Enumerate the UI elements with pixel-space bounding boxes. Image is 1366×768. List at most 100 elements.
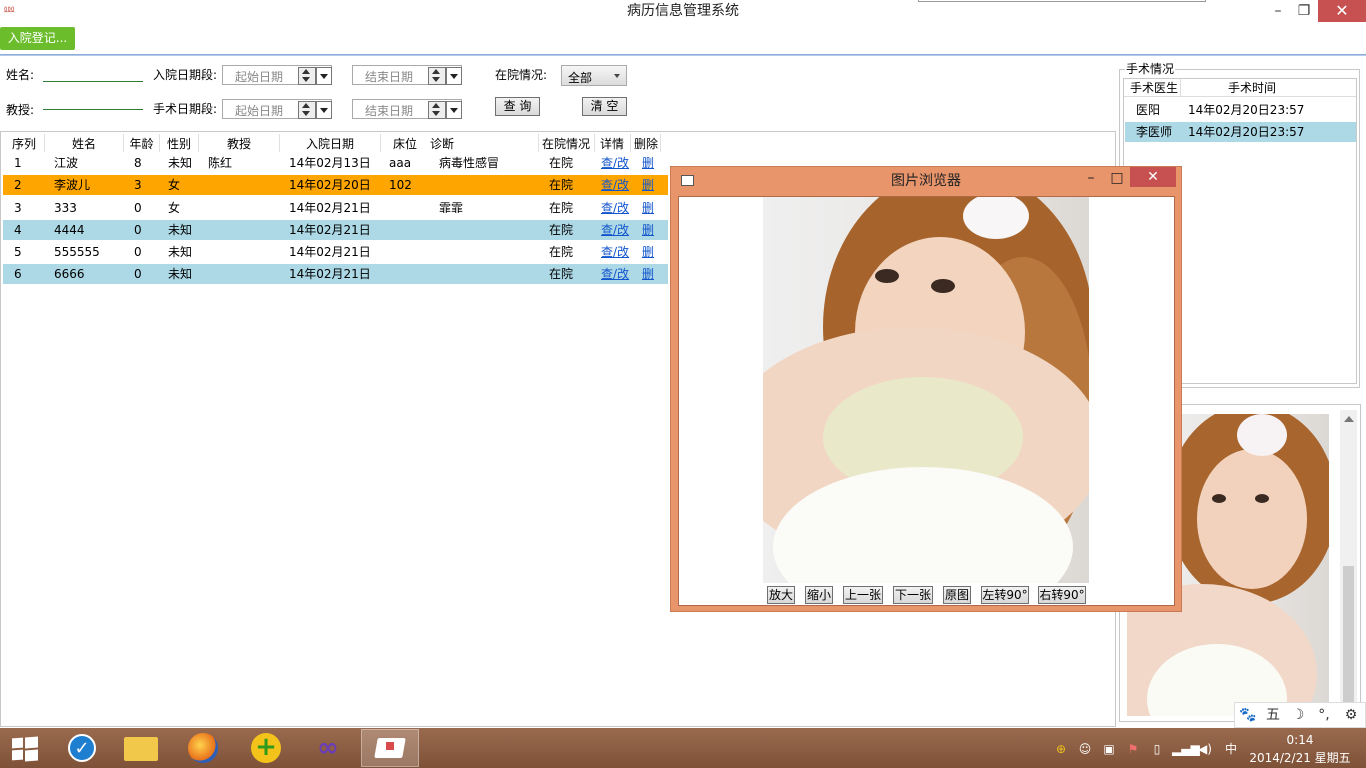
- tray-qq-icon[interactable]: ☺: [1076, 740, 1094, 758]
- cell-name: 江波: [54, 156, 79, 170]
- cell-sex: 女: [168, 178, 181, 192]
- tray-flag-icon[interactable]: ⚑: [1124, 740, 1142, 758]
- col-header-doctor[interactable]: 手术医生: [1128, 80, 1180, 96]
- taskbar-app-check[interactable]: ✓: [53, 729, 111, 767]
- tray-battery-icon[interactable]: ▯: [1148, 740, 1166, 758]
- col-sep: [380, 134, 381, 152]
- gear-icon[interactable]: ⚙: [1341, 706, 1361, 724]
- view-edit-link[interactable]: 查/改: [601, 222, 629, 238]
- view-edit-link[interactable]: 查/改: [601, 266, 629, 282]
- col-sep: [630, 134, 631, 152]
- col-header-admit-date[interactable]: 入院日期: [280, 136, 380, 152]
- col-header-detail[interactable]: 详情: [596, 136, 628, 152]
- delete-link[interactable]: 删: [642, 266, 654, 282]
- delete-link[interactable]: 删: [642, 244, 654, 260]
- scrollbar-thumb[interactable]: [1343, 566, 1354, 706]
- zoom-in-button[interactable]: 放大: [767, 586, 795, 604]
- viewer-title: 图片浏览器: [891, 173, 961, 189]
- col-header-surgery-time[interactable]: 手术时间: [1182, 80, 1322, 96]
- chevron-down-icon[interactable]: [446, 101, 462, 119]
- status-select[interactable]: 全部: [561, 65, 627, 86]
- col-sep: [279, 134, 280, 152]
- surgery-end-spinner[interactable]: [428, 101, 446, 119]
- admit-end-date-picker[interactable]: 结束日期: [352, 65, 462, 85]
- windows-start-icon[interactable]: [12, 736, 38, 762]
- professor-input[interactable]: [43, 109, 143, 110]
- next-image-button[interactable]: 下一张: [893, 586, 933, 604]
- viewer-maximize-button[interactable]: □: [1108, 169, 1126, 187]
- cell-admit-date: 14年02月21日: [289, 267, 371, 281]
- col-header-diagnosis[interactable]: 诊断: [430, 136, 454, 152]
- cell-admit-date: 14年02月21日: [289, 245, 371, 259]
- name-input[interactable]: [43, 81, 143, 82]
- col-header-name[interactable]: 姓名: [45, 136, 123, 152]
- taskbar-app-plus[interactable]: +: [238, 729, 296, 767]
- paw-icon[interactable]: 🐾: [1238, 706, 1258, 724]
- taskbar-medical-app[interactable]: [361, 729, 419, 767]
- delete-link[interactable]: 删: [642, 177, 654, 193]
- tray-network-icon[interactable]: ▂▄▆: [1172, 740, 1200, 758]
- cell-admit-date: 14年02月21日: [289, 223, 371, 237]
- punctuation-icon[interactable]: °,: [1314, 706, 1334, 724]
- delete-link[interactable]: 删: [642, 155, 654, 171]
- cell-diagnosis: 霏霏: [439, 201, 464, 215]
- col-header-seq[interactable]: 序列: [4, 136, 44, 152]
- maximize-button[interactable]: ❐: [1289, 0, 1319, 22]
- close-button[interactable]: ✕: [1318, 0, 1366, 22]
- delete-link[interactable]: 删: [642, 200, 654, 216]
- taskbar-firefox[interactable]: [175, 729, 233, 767]
- col-header-delete[interactable]: 删除: [632, 136, 660, 152]
- cell-sex: 未知: [168, 267, 193, 281]
- admit-date-label: 入院日期段:: [153, 68, 218, 82]
- viewer-minimize-button[interactable]: –: [1082, 169, 1100, 187]
- cell-name: 李波儿: [54, 178, 91, 192]
- admit-end-spinner[interactable]: [428, 67, 446, 85]
- view-edit-link[interactable]: 查/改: [601, 155, 629, 171]
- col-header-age[interactable]: 年龄: [124, 136, 159, 152]
- rotate-left-button[interactable]: 左转90°: [981, 586, 1029, 604]
- view-edit-link[interactable]: 查/改: [601, 200, 629, 216]
- taskbar-file-explorer[interactable]: [112, 729, 170, 767]
- rotate-right-button[interactable]: 右转90°: [1038, 586, 1086, 604]
- col-header-sex[interactable]: 性别: [160, 136, 198, 152]
- viewer-close-button[interactable]: ✕: [1130, 167, 1176, 187]
- status-select-value: 全部: [568, 71, 593, 85]
- admit-start-spinner[interactable]: [298, 67, 316, 85]
- moon-icon[interactable]: ☽: [1288, 706, 1308, 724]
- query-button[interactable]: 查 询: [495, 97, 540, 116]
- clock-date[interactable]: 2014/2/21 星期五: [1248, 751, 1352, 765]
- chevron-down-icon[interactable]: [316, 101, 332, 119]
- col-header-professor[interactable]: 教授: [199, 136, 279, 152]
- cell-diagnosis: 病毒性感冒: [439, 156, 500, 170]
- col-sep: [1180, 79, 1181, 97]
- check-icon: ✓: [68, 734, 96, 762]
- wubi-mode-icon[interactable]: 五: [1263, 706, 1283, 724]
- cell-sex: 未知: [168, 245, 193, 259]
- original-size-button[interactable]: 原图: [943, 586, 971, 604]
- tray-display-icon[interactable]: ▣: [1100, 740, 1118, 758]
- surgery-end-date-picker[interactable]: 结束日期: [352, 99, 462, 119]
- tray-volume-icon[interactable]: ◀): [1196, 740, 1214, 758]
- cell-seq: 5: [14, 245, 22, 259]
- surgery-start-spinner[interactable]: [298, 101, 316, 119]
- chevron-down-icon[interactable]: [446, 67, 462, 85]
- taskbar-visual-studio[interactable]: ∞: [300, 729, 358, 767]
- col-header-status[interactable]: 在院情况: [540, 136, 592, 152]
- admit-start-date-picker[interactable]: 起始日期: [222, 65, 332, 85]
- surgery-start-date-picker[interactable]: 起始日期: [222, 99, 332, 119]
- main-photo[interactable]: [763, 197, 1089, 583]
- clear-button[interactable]: 清 空: [582, 97, 627, 116]
- delete-link[interactable]: 删: [642, 222, 654, 238]
- admit-register-button[interactable]: 入院登记...: [0, 27, 75, 50]
- previous-image-button[interactable]: 上一张: [843, 586, 883, 604]
- tray-add-icon[interactable]: ⊕: [1052, 740, 1070, 758]
- zoom-out-button[interactable]: 缩小: [805, 586, 833, 604]
- view-edit-link[interactable]: 查/改: [601, 177, 629, 193]
- view-edit-link[interactable]: 查/改: [601, 244, 629, 260]
- scroll-up-icon[interactable]: [1344, 416, 1354, 422]
- tray-input-language[interactable]: 中: [1222, 740, 1240, 758]
- clock-time[interactable]: 0:14: [1280, 733, 1320, 747]
- col-header-bed[interactable]: 床位: [381, 136, 429, 152]
- col-sep: [198, 134, 199, 152]
- chevron-down-icon[interactable]: [316, 67, 332, 85]
